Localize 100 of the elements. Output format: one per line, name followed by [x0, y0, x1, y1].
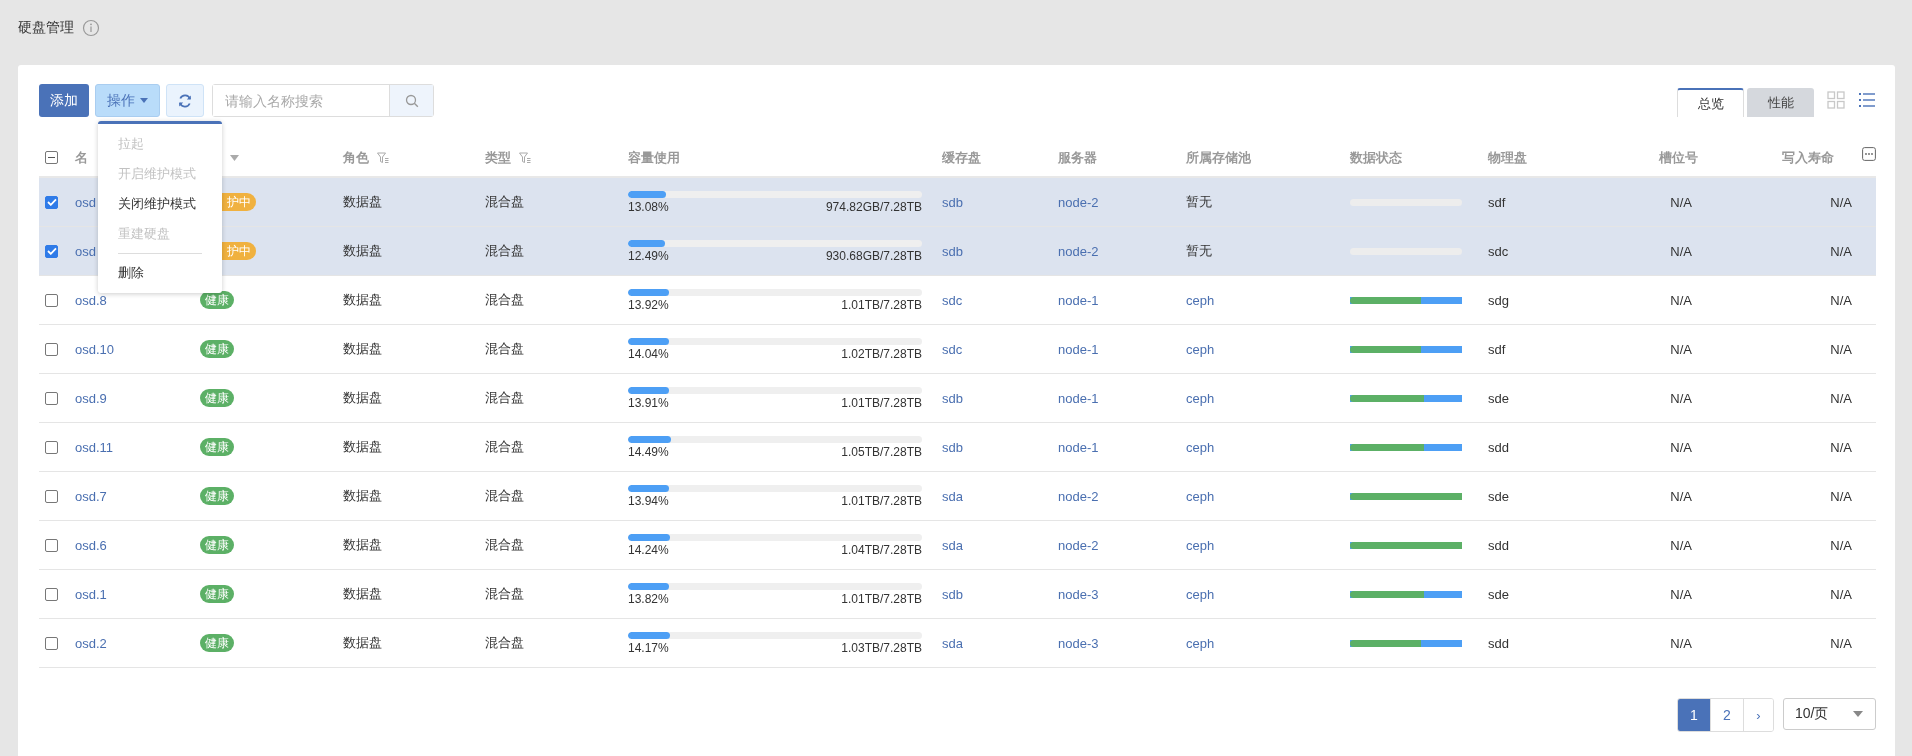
server-link[interactable]: node-3: [1058, 635, 1099, 651]
server-link[interactable]: node-1: [1058, 341, 1099, 357]
disk-name-link[interactable]: osd.11: [75, 439, 114, 455]
row-checkbox[interactable]: [45, 636, 58, 650]
capacity-percent: 14.17%: [628, 640, 669, 655]
add-button[interactable]: 添加: [39, 84, 89, 117]
sort-icon[interactable]: [230, 154, 239, 161]
table-cell: N/A: [1830, 390, 1852, 406]
pool-cell[interactable]: ceph: [1186, 390, 1215, 406]
cache-disk-link[interactable]: sdc: [942, 341, 963, 357]
server-link[interactable]: node-1: [1058, 439, 1099, 455]
status-badge: 健康: [200, 438, 234, 456]
table-cell: sdd: [1488, 537, 1509, 553]
cache-disk-link[interactable]: sdb: [942, 390, 963, 406]
server-link[interactable]: node-2: [1058, 488, 1099, 504]
status-badge: 健康: [200, 487, 234, 505]
table-cell: N/A: [1830, 635, 1852, 651]
disk-name-link[interactable]: osd.10: [75, 341, 115, 357]
row-checkbox[interactable]: [45, 293, 58, 307]
cache-disk-link[interactable]: sdc: [942, 292, 963, 308]
list-view-icon[interactable]: [1858, 91, 1876, 109]
server-link[interactable]: node-2: [1058, 537, 1099, 553]
table-cell: N/A: [1670, 341, 1692, 357]
table-cell: N/A: [1670, 243, 1692, 259]
capacity-percent: 14.49%: [628, 444, 669, 459]
cache-disk-link[interactable]: sda: [942, 537, 963, 553]
page-button[interactable]: 1: [1678, 699, 1711, 731]
cache-disk-link[interactable]: sdb: [942, 243, 963, 259]
disk-name-link[interactable]: osd.1: [75, 586, 107, 602]
table-cell: 数据盘: [343, 242, 382, 260]
capacity-used: 1.02TB/7.28TB: [841, 346, 922, 361]
table-cell: sde: [1488, 488, 1509, 504]
view-tab[interactable]: 性能: [1747, 88, 1814, 117]
table-cell: sdf: [1488, 341, 1506, 357]
search-field[interactable]: 请输入名称搜索: [212, 84, 434, 117]
select-all-checkbox[interactable]: [45, 151, 58, 164]
pool-cell[interactable]: ceph: [1186, 439, 1215, 455]
table-cell: N/A: [1830, 488, 1852, 504]
row-checkbox[interactable]: [45, 587, 58, 601]
table-cell: N/A: [1830, 537, 1852, 553]
pool-cell[interactable]: ceph: [1186, 635, 1215, 651]
disk-name-link[interactable]: osd: [75, 243, 96, 259]
table-cell: N/A: [1670, 439, 1692, 455]
server-link[interactable]: node-1: [1058, 390, 1099, 406]
column-header: 类型: [485, 148, 511, 167]
row-checkbox[interactable]: [45, 195, 58, 209]
pool-cell[interactable]: ceph: [1186, 488, 1215, 504]
table-cell: sdd: [1488, 635, 1509, 651]
server-link[interactable]: node-1: [1058, 292, 1099, 308]
menu-item[interactable]: 删除: [98, 258, 222, 288]
disk-name-link[interactable]: osd.8: [75, 292, 107, 308]
table-cell: N/A: [1830, 194, 1852, 210]
pool-cell: 暂无: [1186, 193, 1212, 211]
capacity-used: 1.04TB/7.28TB: [841, 542, 922, 557]
table-cell: 混合盘: [485, 585, 524, 603]
row-checkbox[interactable]: [45, 440, 58, 454]
cache-disk-link[interactable]: sdb: [942, 439, 963, 455]
cache-disk-link[interactable]: sda: [942, 635, 963, 651]
filter-icon[interactable]: [377, 151, 389, 164]
row-checkbox[interactable]: [45, 489, 58, 503]
disk-name-link[interactable]: osd: [75, 194, 96, 210]
table-cell: N/A: [1830, 341, 1852, 357]
table-cell: 数据盘: [343, 585, 382, 603]
actions-button[interactable]: 操作: [95, 84, 160, 117]
cache-disk-link[interactable]: sdb: [942, 586, 963, 602]
cache-disk-link[interactable]: sdb: [942, 194, 963, 210]
server-link[interactable]: node-3: [1058, 586, 1099, 602]
column-header: 物理盘: [1488, 148, 1527, 167]
pool-cell[interactable]: ceph: [1186, 292, 1215, 308]
capacity-percent: 14.04%: [628, 346, 669, 361]
table-cell: 混合盘: [485, 487, 524, 505]
cache-disk-link[interactable]: sda: [942, 488, 963, 504]
capacity-percent: 13.08%: [628, 199, 669, 214]
capacity-used: 1.01TB/7.28TB: [841, 395, 922, 410]
search-icon[interactable]: [404, 93, 419, 108]
table-cell: N/A: [1670, 292, 1692, 308]
disk-name-link[interactable]: osd.7: [75, 488, 107, 504]
row-checkbox[interactable]: [45, 342, 58, 356]
capacity-used: 1.05TB/7.28TB: [841, 444, 922, 459]
server-link[interactable]: node-2: [1058, 194, 1099, 210]
server-link[interactable]: node-2: [1058, 243, 1099, 259]
row-checkbox[interactable]: [45, 244, 58, 258]
pool-cell[interactable]: ceph: [1186, 586, 1215, 602]
table-cell: N/A: [1830, 586, 1852, 602]
column-header: 容量使用: [628, 148, 680, 167]
column-settings-icon[interactable]: [1862, 146, 1876, 161]
pool-cell[interactable]: ceph: [1186, 341, 1215, 357]
disk-name-link[interactable]: osd.9: [75, 390, 107, 406]
filter-icon[interactable]: [519, 151, 531, 164]
table-cell: N/A: [1670, 537, 1692, 553]
table-cell: 数据盘: [343, 438, 382, 456]
refresh-button[interactable]: [166, 84, 204, 117]
view-tab[interactable]: 总览: [1677, 88, 1744, 117]
table-cell: N/A: [1670, 194, 1692, 210]
pool-cell[interactable]: ceph: [1186, 537, 1215, 553]
row-checkbox[interactable]: [45, 391, 58, 405]
page-size-select[interactable]: 10/页: [1783, 698, 1876, 730]
disk-name-link[interactable]: osd.6: [75, 537, 107, 553]
disk-name-link[interactable]: osd.2: [75, 635, 107, 651]
row-checkbox[interactable]: [45, 538, 58, 552]
